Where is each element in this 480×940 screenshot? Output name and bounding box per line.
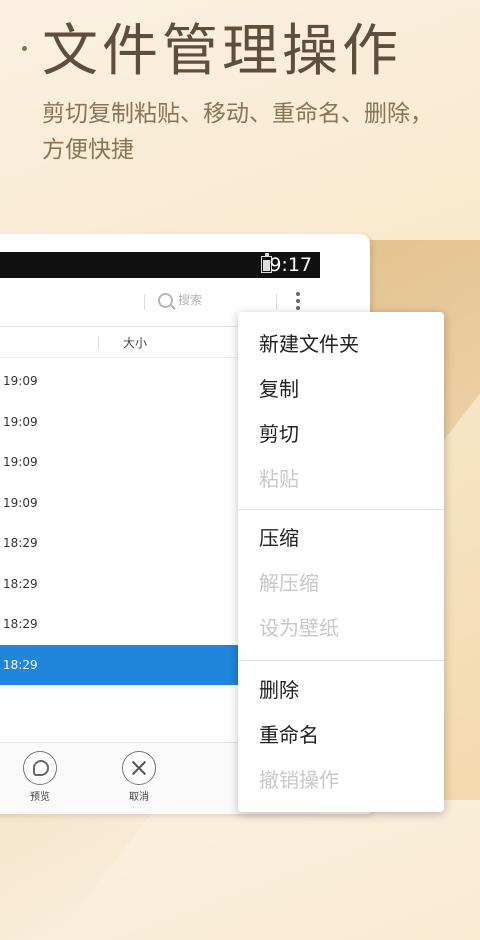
file-time: 19:09	[3, 495, 38, 510]
cancel-label: 取消	[129, 792, 149, 803]
menu-item-undo: 撤销操作	[259, 768, 339, 792]
preview-icon	[23, 751, 57, 785]
menu-item-set-wallpaper: 设为壁纸	[259, 616, 339, 640]
cancel-button[interactable]: 取消	[121, 751, 157, 803]
file-time: 19:09	[3, 374, 38, 388]
file-time: 18:29	[3, 657, 38, 672]
close-icon	[122, 751, 156, 785]
file-time: 19:09	[3, 455, 38, 469]
file-time: 18:29	[3, 617, 38, 631]
status-bar: 9:17	[0, 252, 320, 278]
menu-item-paste: 粘贴	[259, 467, 299, 491]
menu-item-new-folder[interactable]: 新建文件夹	[259, 330, 359, 358]
menu-divider	[238, 660, 444, 661]
status-time: 9:17	[269, 254, 312, 276]
menu-item-compress[interactable]: 压缩	[259, 524, 299, 552]
preview-button[interactable]: 预览	[22, 751, 58, 803]
toolbar-divider	[276, 294, 277, 310]
column-header-size[interactable]: 大小	[123, 334, 147, 351]
hero-title: 文件管理操作	[42, 19, 402, 84]
context-menu: 新建文件夹 复制 剪切 粘贴 压缩 解压缩 设为壁纸 删除 重命名 撤销操作	[238, 312, 444, 812]
file-time: 19:09	[3, 414, 38, 429]
menu-item-decompress: 解压缩	[259, 571, 319, 595]
menu-item-rename[interactable]: 重命名	[259, 721, 319, 749]
toolbar-divider	[144, 294, 145, 310]
search-icon[interactable]	[158, 293, 173, 308]
column-divider	[98, 337, 99, 349]
hero-bullet	[22, 46, 27, 51]
menu-divider	[238, 509, 444, 510]
hero-subtitle: 剪切复制粘贴、移动、重命名、删除，方便快捷	[42, 101, 433, 163]
file-time: 18:29	[3, 576, 38, 591]
preview-label: 预览	[30, 792, 50, 803]
menu-item-cut[interactable]: 剪切	[259, 420, 299, 448]
search-input[interactable]: 搜索	[178, 291, 202, 308]
menu-item-delete[interactable]: 删除	[259, 676, 299, 704]
more-options-icon[interactable]	[295, 292, 301, 312]
file-time: 18:29	[3, 536, 38, 550]
menu-item-copy[interactable]: 复制	[259, 375, 299, 403]
